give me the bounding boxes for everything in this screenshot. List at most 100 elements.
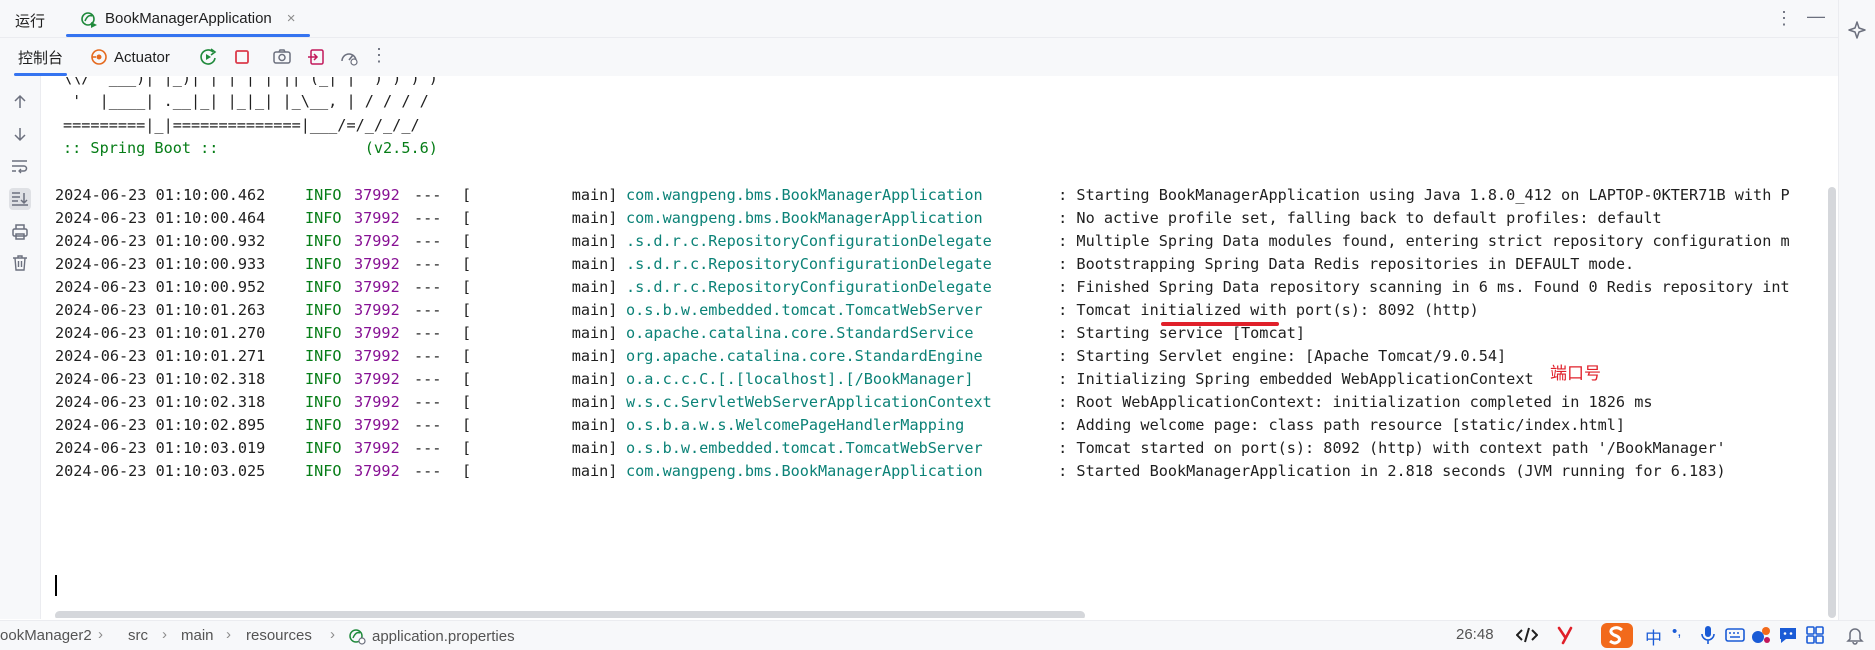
log-logger-name: com.wangpeng.bms.BookManagerApplication (626, 186, 983, 204)
log-level: INFO (305, 416, 342, 435)
scroll-to-end-button[interactable] (9, 188, 31, 210)
log-message: : Tomcat initialized with port(s): 8092 … (1049, 301, 1479, 320)
log-timestamp: 2024-06-23 01:10:00.952 (55, 278, 266, 297)
horizontal-scrollbar[interactable] (55, 611, 1085, 618)
log-logger-name: .s.d.r.c.RepositoryConfigurationDelegate (626, 232, 992, 251)
log-message: : Root WebApplicationContext: initializa… (1049, 393, 1653, 412)
ime-punctuation-mode[interactable]: •, (1672, 623, 1681, 640)
print-button[interactable] (9, 221, 31, 243)
log-pid: 37992 (354, 255, 400, 274)
scroll-up-button[interactable] (9, 91, 31, 113)
stop-button[interactable] (231, 46, 253, 68)
arrow-up-icon (14, 94, 26, 108)
log-message: : Starting service [Tomcat] (1049, 324, 1306, 343)
log-pid: 37992 (354, 232, 400, 251)
log-line: 2024-06-23 01:10:00.932 INFO 37992 --- [ mai… (55, 232, 1790, 255)
clear-all-button[interactable] (9, 252, 31, 274)
text-caret (55, 575, 57, 596)
breadcrumb-file-label: application.properties (372, 627, 515, 645)
log-separator: --- (414, 393, 442, 412)
log-logger-name: com.wangpeng.bms.BookManagerApplication (626, 209, 983, 228)
breadcrumb-main[interactable]: main (181, 627, 214, 644)
tab-actuator[interactable]: Actuator (90, 38, 170, 76)
log-line: 2024-06-23 01:10:03.025 INFO 37992 --- [ mai… (55, 462, 1726, 485)
more-actions-icon[interactable]: ⋮ (368, 44, 390, 66)
log-pid: 37992 (354, 439, 400, 458)
actuator-tab-label: Actuator (114, 48, 170, 66)
breadcrumb-project[interactable]: BookManager2 (0, 627, 92, 644)
log-level: INFO (305, 301, 342, 320)
chat-icon[interactable] (1777, 625, 1799, 645)
log-thread: [ main] (462, 301, 618, 320)
log-logger-name: o.s.b.w.embedded.tomcat.TomcatWebServer (626, 439, 983, 458)
code-tags-icon[interactable] (1516, 625, 1538, 645)
log-separator: --- (414, 255, 442, 274)
spring-properties-icon (349, 629, 366, 645)
breadcrumb-resources[interactable]: resources (246, 627, 312, 644)
log-pid: 37992 (354, 186, 400, 204)
log-thread: [ main] (462, 209, 618, 228)
log-timestamp: 2024-06-23 01:10:01.271 (55, 347, 266, 366)
scroll-down-button[interactable] (9, 123, 31, 145)
soft-wrap-button[interactable] (9, 155, 31, 177)
screenshot-button[interactable] (271, 46, 293, 68)
log-separator: --- (414, 439, 442, 458)
tab-label: BookManagerApplication (105, 10, 272, 27)
log-separator: --- (414, 278, 442, 297)
sogou-input-icon[interactable] (1600, 622, 1634, 649)
log-logger-name: o.s.b.w.embedded.tomcat.TomcatWebServer (626, 301, 983, 320)
log-message: : Started BookManagerApplication in 2.81… (1049, 462, 1726, 481)
log-pid: 37992 (354, 416, 400, 435)
log-thread: [ main] (462, 462, 618, 481)
log-level: INFO (305, 439, 342, 458)
log-separator: --- (414, 186, 442, 204)
ime-chinese-mode[interactable]: 中 (1645, 624, 1662, 649)
log-separator: --- (414, 462, 442, 481)
breadcrumb-src[interactable]: src (128, 627, 148, 644)
rerun-button[interactable] (197, 46, 219, 68)
restore-layout-button[interactable] (305, 46, 327, 68)
log-pid: 37992 (354, 278, 400, 297)
grid-menu-icon[interactable] (1805, 625, 1825, 645)
log-thread: [ main] (462, 439, 618, 458)
close-tab-icon[interactable]: × (287, 10, 296, 27)
right-tool-strip (1838, 0, 1875, 620)
breadcrumb-file[interactable]: application.properties (348, 627, 515, 645)
ai-assistant-icon[interactable] (1847, 20, 1867, 40)
yonyou-y-icon[interactable] (1557, 625, 1573, 645)
console-side-actions (0, 76, 41, 619)
breadcrumb-separator: › (162, 626, 167, 643)
caret-position[interactable]: 26:48 (1456, 626, 1494, 643)
camera-icon (273, 49, 291, 64)
tab-console[interactable]: 控制台 (14, 38, 68, 76)
console-output[interactable]: \\/ ___)| |_)| | | | | || (_| | ) ) ) ) … (41, 77, 1836, 618)
log-timestamp: 2024-06-23 01:10:01.263 (55, 301, 266, 320)
log-line: 2024-06-23 01:10:02.318 INFO 37992 --- [ mai… (55, 370, 1534, 393)
tab-bookmanagerapplication[interactable]: BookManagerApplication × (66, 0, 310, 37)
vertical-scrollbar[interactable] (1828, 187, 1836, 618)
log-level: INFO (305, 393, 342, 412)
run-tool-window-label[interactable]: 运行 (15, 10, 45, 31)
minimize-icon[interactable]: — (1807, 6, 1825, 27)
keyboard-icon[interactable] (1725, 625, 1745, 645)
log-logger-name: o.s.b.a.w.s.WelcomePageHandlerMapping (626, 416, 965, 435)
profiler-button[interactable] (338, 46, 360, 68)
log-line: 2024-06-23 01:10:03.019 INFO 37992 --- [ mai… (55, 439, 1726, 462)
log-level: INFO (305, 347, 342, 366)
log-message: : Starting Servlet engine: [Apache Tomca… (1049, 347, 1507, 366)
skin-icon[interactable] (1750, 625, 1772, 647)
log-message: : Multiple Spring Data modules found, en… (1049, 232, 1790, 251)
log-line: 2024-06-23 01:10:00.952 INFO 37992 --- [ mai… (55, 278, 1790, 301)
notifications-icon[interactable] (1845, 625, 1865, 645)
banner-line: \\/ ___)| |_)| | | | | || (_| | ) ) ) ) (63, 77, 438, 87)
log-message: : Finished Spring Data repository scanni… (1049, 278, 1790, 297)
tool-window-tab-bar: 运行 BookManagerApplication × ⋮ — (0, 0, 1838, 38)
banner-line: ' |____| .__|_| |_|_| |_\__, | / / / / (63, 92, 429, 110)
active-tab-indicator (66, 34, 310, 37)
log-level: INFO (305, 324, 342, 343)
log-timestamp: 2024-06-23 01:10:00.933 (55, 255, 266, 274)
microphone-icon[interactable] (1700, 625, 1716, 645)
log-separator: --- (414, 416, 442, 435)
more-options-icon[interactable]: ⋮ (1775, 8, 1793, 29)
soft-wrap-icon (12, 160, 28, 174)
